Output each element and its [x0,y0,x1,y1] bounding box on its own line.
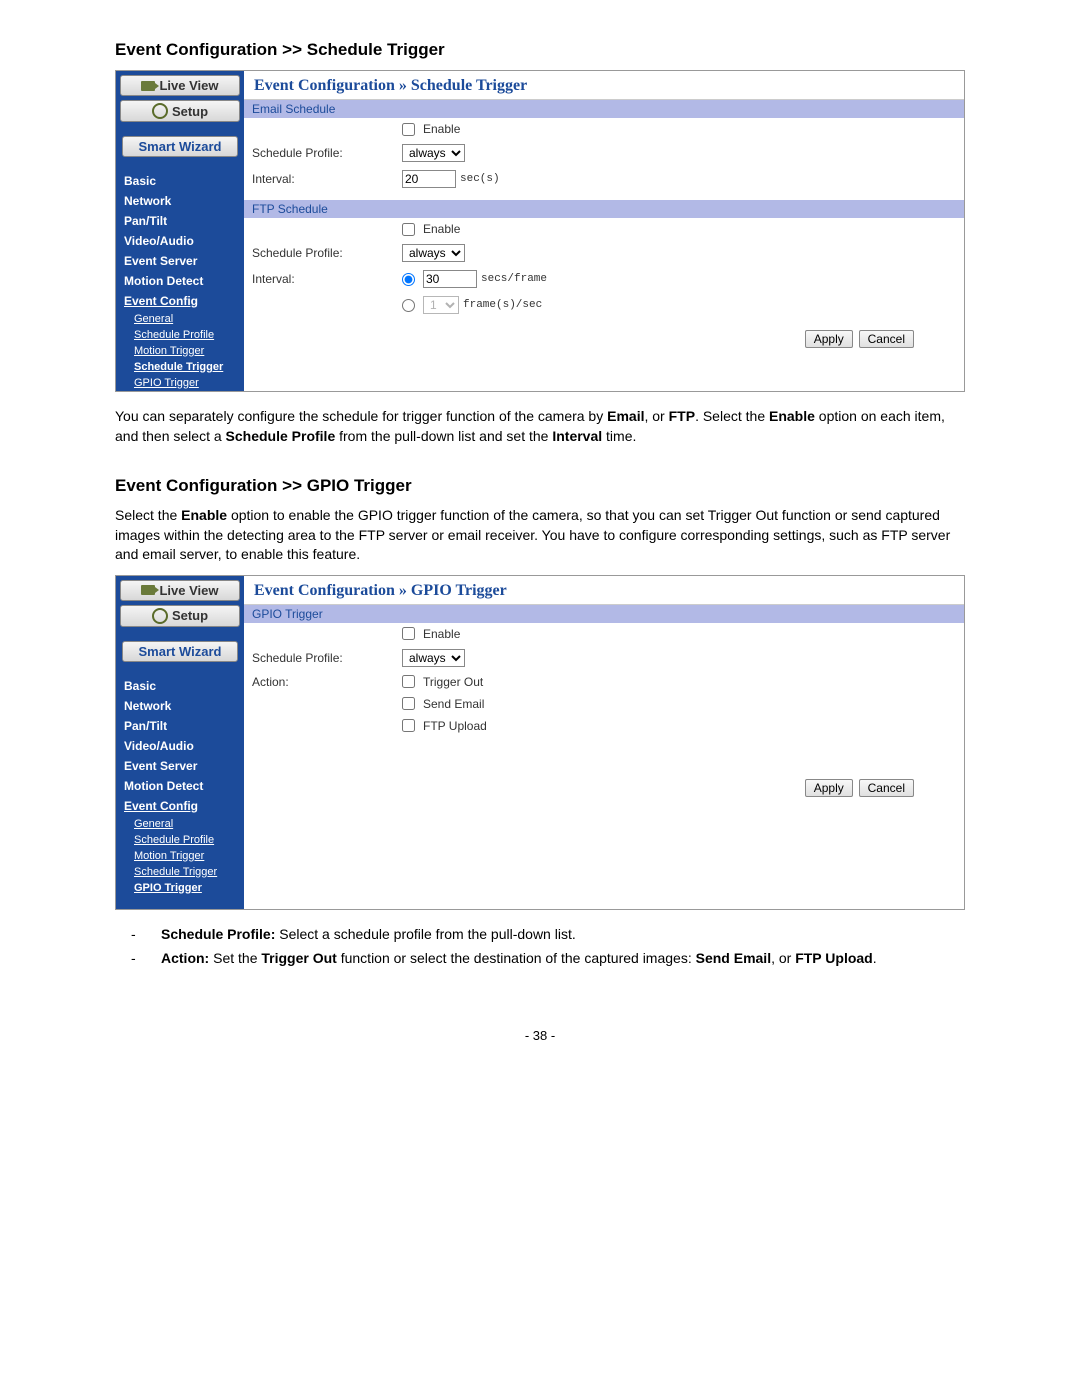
interval-label: Interval: [252,172,402,186]
trigger-out-checkbox[interactable] [402,675,415,688]
subnav-motion-trigger[interactable]: Motion Trigger [116,848,244,864]
nav-basic[interactable]: Basic [116,171,244,191]
bullet-schedule-profile: -Schedule Profile: Select a schedule pro… [115,925,965,945]
subnav-gpio-trigger[interactable]: GPIO Trigger [116,375,244,391]
subnav-schedule-profile[interactable]: Schedule Profile [116,327,244,343]
cancel-button[interactable]: Cancel [859,779,914,797]
email-schedule-header: Email Schedule [244,100,964,118]
nav-videoaudio[interactable]: Video/Audio [116,231,244,251]
ftp-framessec-select[interactable]: 1 [423,296,459,314]
email-interval-input[interactable] [402,170,456,188]
ftp-secsframe-radio[interactable] [402,273,415,286]
send-email-checkbox[interactable] [402,697,415,710]
ui-panel-schedule: Live View Setup Smart Wizard Basic Netwo… [115,70,965,392]
nav-eventconfig[interactable]: Event Config [116,291,244,311]
send-email-label: Send Email [423,697,484,711]
section1-body: You can separately configure the schedul… [115,407,965,446]
schedule-profile-label: Schedule Profile: [252,246,402,260]
nav-network[interactable]: Network [116,191,244,211]
nav-basic[interactable]: Basic [116,676,244,696]
cancel-button[interactable]: Cancel [859,330,914,348]
subnav-schedule-trigger[interactable]: Schedule Trigger [116,864,244,880]
enable-label: Enable [423,627,460,641]
framessec-unit: frame(s)/sec [463,299,542,311]
nav-motiondetect[interactable]: Motion Detect [116,271,244,291]
nav-eventconfig[interactable]: Event Config [116,796,244,816]
nav-videoaudio[interactable]: Video/Audio [116,736,244,756]
ftp-schedule-header: FTP Schedule [244,200,964,218]
content-area: Event Configuration » Schedule Trigger E… [244,71,964,391]
action-label: Action: [252,675,402,689]
ftp-framessec-radio[interactable] [402,299,415,312]
subnav-gpio-trigger[interactable]: GPIO Trigger [116,880,244,896]
ftp-upload-label: FTP Upload [423,719,487,733]
section-title: Event Configuration >> Schedule Trigger [115,40,965,60]
setup-button[interactable]: Setup [120,605,240,627]
gear-icon [152,103,168,119]
section2-intro: Select the Enable option to enable the G… [115,506,965,565]
enable-label: Enable [423,122,460,136]
subnav-general[interactable]: General [116,816,244,832]
subnav-general[interactable]: General [116,311,244,327]
nav-pantilt[interactable]: Pan/Tilt [116,716,244,736]
nav-network[interactable]: Network [116,696,244,716]
secs-unit: sec(s) [460,173,500,185]
gpio-trigger-header: GPIO Trigger [244,605,964,623]
interval-label: Interval: [252,272,402,286]
ui-panel-gpio: Live View Setup Smart Wizard Basic Netwo… [115,575,965,910]
nav-motiondetect[interactable]: Motion Detect [116,776,244,796]
camera-icon [141,81,155,91]
ftp-schedule-profile-select[interactable]: always [402,244,465,262]
bullet-action: -Action: Set the Trigger Out function or… [115,949,965,969]
breadcrumb: Event Configuration » GPIO Trigger [244,576,964,605]
smart-wizard-button[interactable]: Smart Wizard [122,641,238,662]
nav-eventserver[interactable]: Event Server [116,251,244,271]
live-view-button[interactable]: Live View [120,75,240,96]
nav-pantilt[interactable]: Pan/Tilt [116,211,244,231]
live-view-button[interactable]: Live View [120,580,240,601]
gpio-enable-checkbox[interactable] [402,627,415,640]
ftp-upload-checkbox[interactable] [402,719,415,732]
subnav-schedule-profile[interactable]: Schedule Profile [116,832,244,848]
content-area: Event Configuration » GPIO Trigger GPIO … [244,576,964,909]
ftp-secsframe-input[interactable] [423,270,477,288]
enable-label: Enable [423,222,460,236]
breadcrumb: Event Configuration » Schedule Trigger [244,71,964,100]
schedule-profile-label: Schedule Profile: [252,146,402,160]
apply-button[interactable]: Apply [805,779,853,797]
camera-icon [141,585,155,595]
smart-wizard-button[interactable]: Smart Wizard [122,136,238,157]
apply-button[interactable]: Apply [805,330,853,348]
page-number: - 38 - [115,1028,965,1043]
secsframe-unit: secs/frame [481,273,547,285]
schedule-profile-label: Schedule Profile: [252,651,402,665]
email-schedule-profile-select[interactable]: always [402,144,465,162]
subnav-schedule-trigger[interactable]: Schedule Trigger [116,359,244,375]
subnav-motion-trigger[interactable]: Motion Trigger [116,343,244,359]
gear-icon [152,608,168,624]
ftp-enable-checkbox[interactable] [402,223,415,236]
trigger-out-label: Trigger Out [423,675,483,689]
gpio-schedule-profile-select[interactable]: always [402,649,465,667]
section-title: Event Configuration >> GPIO Trigger [115,476,965,496]
sidebar: Live View Setup Smart Wizard Basic Netwo… [116,576,244,909]
sidebar: Live View Setup Smart Wizard Basic Netwo… [116,71,244,391]
email-enable-checkbox[interactable] [402,123,415,136]
nav-eventserver[interactable]: Event Server [116,756,244,776]
setup-button[interactable]: Setup [120,100,240,122]
